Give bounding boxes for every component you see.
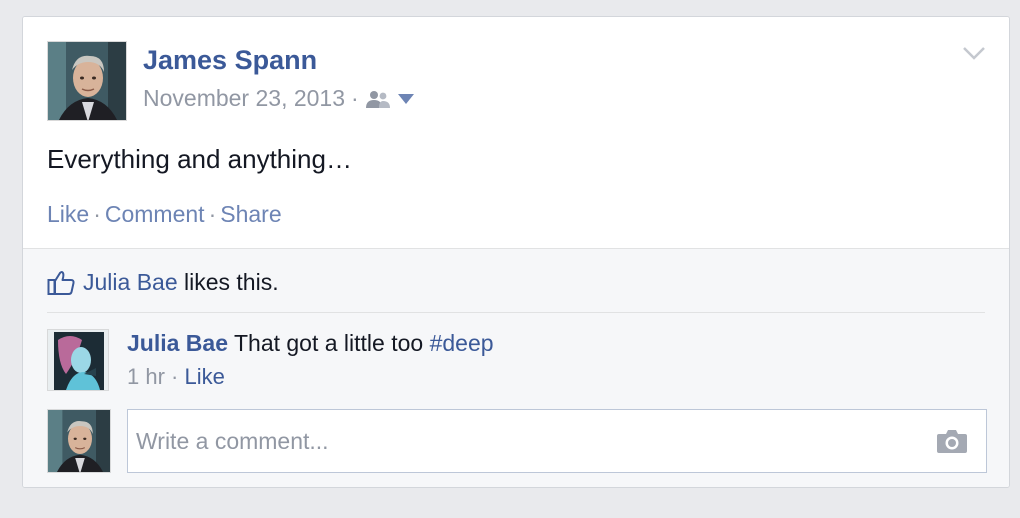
post-meta: November 23, 2013 · (143, 85, 415, 112)
like-button[interactable]: Like (47, 201, 89, 227)
thumbs-up-icon (47, 270, 75, 295)
divider (47, 312, 985, 313)
action-separator: · (93, 201, 101, 227)
comment-meta: 1 hr · Like (127, 364, 225, 390)
comment-author-avatar[interactable] (47, 329, 109, 391)
likes-suffix: likes this. (177, 269, 279, 295)
camera-icon[interactable] (936, 428, 968, 454)
author-name[interactable]: James Spann (143, 45, 317, 76)
write-comment-box[interactable] (127, 409, 987, 473)
author-avatar-image (48, 42, 126, 120)
meta-separator: · (351, 85, 359, 111)
author-avatar[interactable] (47, 41, 127, 121)
comment-text: That got a little too (228, 330, 430, 356)
share-button[interactable]: Share (220, 201, 281, 227)
post-date[interactable]: November 23, 2013 (143, 85, 345, 112)
liker-name[interactable]: Julia Bae (83, 269, 178, 295)
comment-time[interactable]: 1 hr (127, 364, 165, 389)
post-header-section: James Spann November 23, 2013 · Everythi… (23, 17, 1009, 248)
comment-hashtag[interactable]: #deep (430, 330, 494, 356)
comment-input[interactable] (136, 410, 916, 472)
feed-story: James Spann November 23, 2013 · Everythi… (22, 16, 1010, 488)
comment-body: Julia Bae That got a little too #deep (127, 330, 494, 357)
likes-sentence: Julia Bae likes this. (47, 269, 279, 296)
current-user-avatar-image (48, 410, 110, 472)
post-text: Everything and anything… (47, 144, 352, 174)
action-separator: · (208, 201, 217, 227)
audience-dropdown-icon (397, 93, 414, 104)
friends-icon (365, 90, 390, 108)
comment-author-name[interactable]: Julia Bae (127, 330, 228, 356)
comment-avatar-image (48, 330, 108, 390)
post-actions: Like · Comment · Share (47, 201, 282, 228)
comment-meta-separator: · (164, 364, 185, 389)
ufi-section: Julia Bae likes this. Julia Bae That got… (23, 248, 1009, 487)
audience-selector[interactable] (365, 89, 415, 109)
comment-like-button[interactable]: Like (184, 364, 224, 389)
chevron-down-icon[interactable] (961, 43, 987, 63)
comment-button[interactable]: Comment (105, 201, 205, 227)
current-user-avatar (47, 409, 111, 473)
